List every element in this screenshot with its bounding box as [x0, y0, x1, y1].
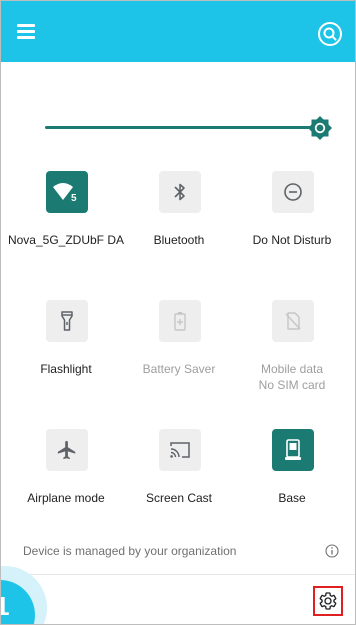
step-number: 1: [1, 591, 9, 622]
hamburger-menu-icon[interactable]: [15, 19, 39, 41]
wifi-icon: 5: [53, 183, 77, 203]
bottom-divider: [1, 574, 355, 575]
do-not-disturb-icon: [284, 183, 302, 201]
tile-airplane-mode[interactable]: Airplane mode: [6, 429, 126, 529]
base-icon: [285, 439, 301, 460]
tile-wifi-toggle[interactable]: 5: [46, 171, 88, 213]
flashlight-icon: [61, 311, 73, 331]
tile-do-not-disturb[interactable]: Do Not Disturb: [232, 171, 352, 271]
tile-battery-saver-toggle[interactable]: [159, 300, 201, 342]
tile-base[interactable]: Base: [232, 429, 352, 529]
tile-mobile-data-label: Mobile data No SIM card: [258, 362, 326, 392]
screen-cast-icon: [170, 442, 190, 458]
wifi-band-badge: 5: [71, 193, 77, 203]
tile-airplane-mode-label: Airplane mode: [27, 491, 105, 505]
tile-wifi[interactable]: 5 Nova_5G_ZDUbF DA: [6, 171, 126, 271]
top-bar: [1, 1, 355, 62]
info-icon[interactable]: [325, 544, 339, 558]
device-managed-text[interactable]: Device is managed by your organization: [23, 544, 236, 558]
tile-base-label: Base: [278, 491, 306, 505]
tile-airplane-mode-toggle[interactable]: [46, 429, 88, 471]
tile-screen-cast-label: Screen Cast: [145, 491, 213, 505]
tile-battery-saver-label: Battery Saver: [142, 362, 216, 376]
tile-mobile-data-toggle[interactable]: [272, 300, 314, 342]
tile-bluetooth[interactable]: Bluetooth: [119, 171, 239, 271]
brightness-icon[interactable]: [307, 115, 333, 141]
tile-screen-cast-toggle[interactable]: [159, 429, 201, 471]
mobile-data-icon: [285, 312, 301, 330]
tile-flashlight[interactable]: Flashlight: [6, 300, 126, 400]
tile-do-not-disturb-toggle[interactable]: [272, 171, 314, 213]
tile-bluetooth-toggle[interactable]: [159, 171, 201, 213]
tile-flashlight-label: Flashlight: [40, 362, 92, 376]
tile-mobile-data[interactable]: Mobile data No SIM card: [232, 300, 352, 400]
airplane-icon: [57, 440, 76, 460]
search-icon[interactable]: [317, 21, 343, 47]
brightness-slider[interactable]: [45, 126, 315, 129]
tile-screen-cast[interactable]: Screen Cast: [119, 429, 239, 529]
tile-battery-saver[interactable]: Battery Saver: [119, 300, 239, 400]
gear-icon[interactable]: [318, 591, 338, 611]
tile-bluetooth-label: Bluetooth: [153, 233, 205, 247]
tile-wifi-label: Nova_5G_ZDUbF DA: [7, 233, 125, 247]
bluetooth-icon: [174, 183, 185, 201]
tile-do-not-disturb-label: Do Not Disturb: [252, 233, 332, 247]
battery-saver-icon: [174, 312, 186, 331]
tile-flashlight-toggle[interactable]: [46, 300, 88, 342]
tile-base-toggle[interactable]: [272, 429, 314, 471]
quick-settings-panel: 5 Nova_5G_ZDUbF DA Bluetooth Do Not Dist…: [0, 0, 356, 625]
